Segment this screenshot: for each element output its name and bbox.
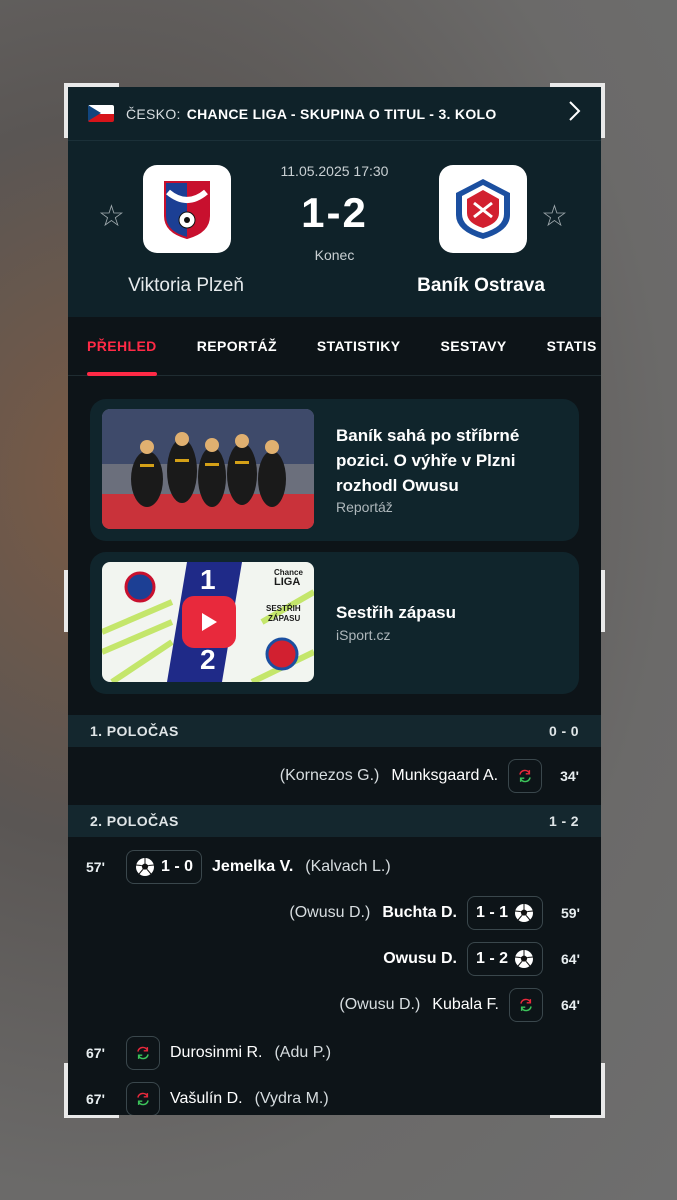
half-header-second: 2. POLOČAS 1 - 2 (68, 805, 601, 837)
event-minute: 67' (86, 1045, 105, 1061)
event-assist: (Adu P.) (274, 1044, 332, 1061)
goal-score: 1 - 2 (475, 950, 508, 967)
ball-icon (135, 858, 155, 876)
away-team-name[interactable]: Baník Ostrava (381, 275, 581, 297)
event-player: Munksgaard A. (391, 767, 499, 784)
thumb-away-goals: 2 (200, 644, 216, 675)
breadcrumb-league: CHANCE LIGA - SKUPINA O TITUL - 3. KOLO (186, 105, 497, 122)
goal-score-box: 1 - 1 (466, 896, 543, 930)
event-minute: 57' (86, 859, 105, 875)
half-score: 1 - 2 (548, 813, 579, 829)
thumb-liga-label: LIGA (274, 576, 301, 588)
event-assist: (Owusu D.) (289, 904, 371, 921)
tab-statis-clipped[interactable]: STATIS (547, 317, 597, 376)
goal-score: 1 - 1 (475, 904, 508, 921)
event-row[interactable]: (Owusu D.) Buchta D. 1 - 1 59' (68, 893, 601, 933)
event-row[interactable]: (Kornezos G.) Munksgaard A. 34' (68, 756, 601, 796)
breadcrumb-country: ČESKO: (126, 105, 181, 122)
event-row[interactable]: (Owusu D.) Kubala F. 64' (68, 985, 601, 1025)
event-assist: (Kalvach L.) (305, 858, 391, 875)
half-label: 1. POLOČAS (90, 723, 179, 739)
event-assist: (Kornezos G.) (279, 767, 380, 784)
event-row[interactable]: 57' 1 - 0 Jemelka V. (Kalvach L.) (68, 847, 601, 887)
event-player: Durosinmi R. (170, 1044, 263, 1061)
crop-handle-right[interactable] (601, 570, 605, 632)
banik-ostrava-crest-icon (456, 179, 510, 239)
goal-score-box: 1 - 2 (466, 942, 543, 976)
thumb-zapasu-label: ZÁPASU (268, 614, 301, 623)
away-team-logo[interactable] (439, 165, 527, 253)
event-player: Owusu D. (383, 950, 457, 967)
event-minute: 64' (561, 951, 580, 967)
half-label: 2. POLOČAS (90, 813, 179, 829)
match-header: ☆ Viktoria Plzeň 11.05.2025 17:30 1-2 Ko… (68, 141, 601, 317)
event-minute: 59' (561, 905, 580, 921)
report-thumbnail (102, 409, 314, 529)
highlights-title[interactable]: Sestřih zápasu (336, 600, 556, 625)
report-title[interactable]: Baník sahá po stříbrné pozici. O výhře v… (336, 423, 556, 498)
chevron-right-icon[interactable] (567, 100, 581, 128)
tab-reportaz[interactable]: REPORTÁŽ (197, 317, 277, 376)
goal-score: 1 - 0 (161, 858, 194, 875)
event-row[interactable]: 67' Durosinmi R. (Adu P.) (68, 1033, 601, 1073)
favorite-away-star-icon[interactable]: ☆ (541, 199, 568, 234)
event-player: Buchta D. (382, 904, 457, 921)
czech-flag-icon (88, 105, 114, 122)
play-icon[interactable] (182, 596, 236, 648)
tab-prehled[interactable]: PŘEHLED (87, 317, 157, 376)
tab-statistiky[interactable]: STATISTIKY (317, 317, 401, 376)
thumb-home-goals: 1 (200, 564, 216, 595)
event-assist: (Vydra M.) (254, 1090, 329, 1107)
substitution-icon (126, 1036, 160, 1070)
highlights-thumbnail: 1 2 Chance LIGA SESTŘIH ZÁPASU (102, 562, 314, 682)
goal-score-box: 1 - 0 (126, 850, 203, 884)
app-screen: ČESKO: CHANCE LIGA - SKUPINA O TITUL - 3… (68, 87, 601, 1115)
breadcrumb[interactable]: ČESKO: CHANCE LIGA - SKUPINA O TITUL - 3… (68, 87, 601, 141)
event-player: Kubala F. (432, 996, 499, 1013)
match-tabs: PŘEHLED REPORTÁŽ STATISTIKY SESTAVY STAT… (68, 317, 601, 376)
event-minute: 64' (561, 997, 580, 1013)
event-row[interactable]: Owusu D. 1 - 2 64' (68, 939, 601, 979)
event-row[interactable]: 67' Vašulín D. (Vydra M.) (68, 1079, 601, 1115)
event-minute: 67' (86, 1091, 105, 1107)
thumb-sestrih-label: SESTŘIH (266, 604, 301, 613)
ball-icon (514, 950, 534, 968)
highlights-card[interactable]: 1 2 Chance LIGA SESTŘIH ZÁPASU Sestřih z… (90, 552, 579, 694)
substitution-icon (508, 759, 543, 793)
event-player: Vašulín D. (170, 1090, 243, 1107)
event-minute: 34' (560, 768, 579, 784)
tab-sestavy[interactable]: SESTAVY (441, 317, 507, 376)
half-header-first: 1. POLOČAS 0 - 0 (68, 715, 601, 747)
event-player: Jemelka V. (212, 858, 294, 875)
ball-icon (514, 904, 534, 922)
report-source: Reportáž (336, 499, 393, 515)
highlights-source: iSport.cz (336, 627, 391, 643)
substitution-icon (126, 1082, 160, 1115)
report-card[interactable]: Baník sahá po stříbrné pozici. O výhře v… (90, 399, 579, 541)
substitution-icon (509, 988, 543, 1022)
home-team-name[interactable]: Viktoria Plzeň (86, 275, 286, 297)
half-score: 0 - 0 (548, 723, 579, 739)
event-assist: (Owusu D.) (339, 996, 421, 1013)
